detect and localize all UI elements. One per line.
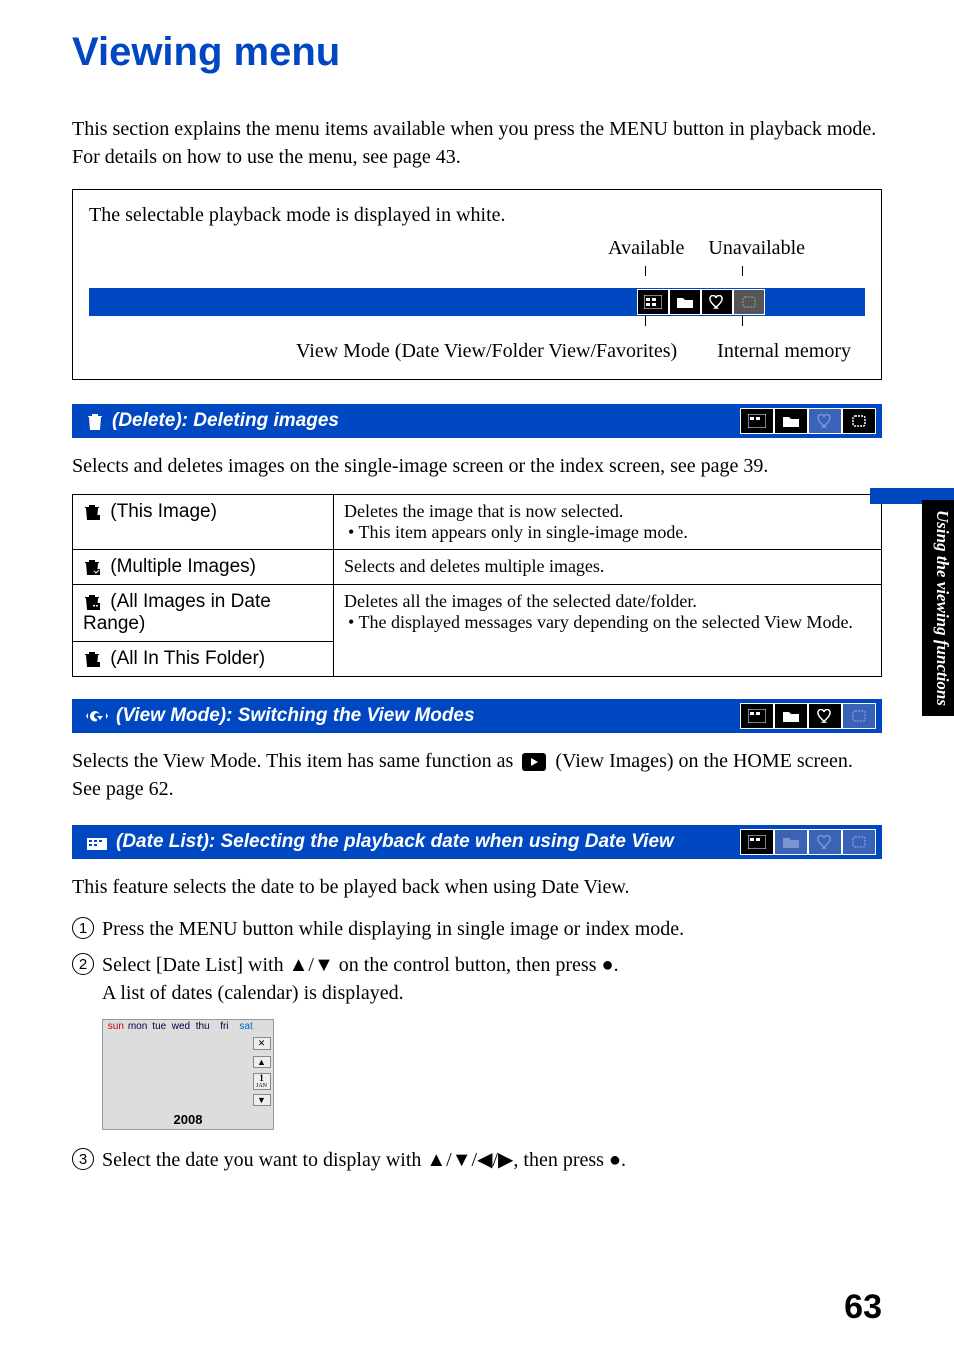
step-2: Select [Date List] with ▲/▼ on the contr… xyxy=(72,951,882,1007)
available-label: Available xyxy=(608,237,684,260)
step-1: Press the MENU button while displaying i… xyxy=(72,915,882,943)
date-view-icon xyxy=(740,408,774,434)
date-list-body: This feature selects the date to be play… xyxy=(72,873,882,901)
delete-section-bar: (Delete): Deleting images xyxy=(72,404,882,438)
up-icon: ▲ xyxy=(253,1056,271,1068)
unavailable-label: Unavailable xyxy=(708,237,805,260)
row-label: (All In This Folder) xyxy=(110,648,265,669)
side-tab: Using the viewing functions xyxy=(922,500,954,716)
row-desc: Deletes all the images of the selected d… xyxy=(344,591,871,612)
page-title: Viewing menu xyxy=(72,30,882,75)
intro-text: This section explains the menu items ava… xyxy=(72,115,882,171)
mode-bottom-left: View Mode (Date View/Folder View/Favorit… xyxy=(296,340,677,363)
down-icon: ▼ xyxy=(253,1094,271,1106)
play-icon xyxy=(522,753,546,771)
mode-box-text: The selectable playback mode is displaye… xyxy=(89,204,865,227)
trash-single-icon xyxy=(83,501,101,522)
date-view-icon xyxy=(740,829,774,855)
trash-folder-icon xyxy=(83,648,101,669)
mode-bottom-right: Internal memory xyxy=(717,340,851,363)
month-label: 1JAN xyxy=(253,1073,271,1090)
internal-memory-icon xyxy=(842,829,876,855)
folder-view-icon xyxy=(774,829,808,855)
date-list-icon xyxy=(86,833,108,851)
row-bullet: • The displayed messages vary depending … xyxy=(348,612,871,633)
favorites-icon xyxy=(701,289,733,315)
row-label: (This Image) xyxy=(110,501,217,522)
view-mode-icon xyxy=(86,707,108,725)
folder-view-icon xyxy=(774,408,808,434)
row-desc: Deletes the image that is now selected. xyxy=(344,501,871,522)
row-bullet: • This item appears only in single-image… xyxy=(348,522,871,543)
view-mode-section-bar: (View Mode): Switching the View Modes xyxy=(72,699,882,733)
view-mode-see: See page 62. xyxy=(72,778,174,800)
trash-multi-icon xyxy=(83,556,101,577)
delete-body: Selects and deletes images on the single… xyxy=(72,452,882,480)
date-list-section-bar: (Date List): Selecting the playback date… xyxy=(72,825,882,859)
folder-view-icon xyxy=(774,703,808,729)
step-3: Select the date you want to display with… xyxy=(72,1146,882,1174)
date-list-steps-continued: Select the date you want to display with… xyxy=(72,1146,882,1174)
date-view-icon xyxy=(637,289,669,315)
row-desc: Selects and deletes multiple images. xyxy=(344,556,871,577)
internal-memory-icon xyxy=(842,408,876,434)
date-list-heading: (Date List): Selecting the playback date… xyxy=(116,831,674,853)
internal-memory-icon xyxy=(733,289,765,315)
view-mode-body: Selects the View Mode. This item has sam… xyxy=(72,747,882,803)
trash-icon xyxy=(86,411,104,431)
calendar-preview: sun mon tue wed thu fri sat ✕ ▲ 1JAN ▼ 2… xyxy=(102,1019,274,1130)
folder-view-icon xyxy=(669,289,701,315)
date-view-icon xyxy=(740,703,774,729)
delete-heading: (Delete): Deleting images xyxy=(112,410,339,432)
date-list-steps: Press the MENU button while displaying i… xyxy=(72,915,882,1007)
close-icon: ✕ xyxy=(253,1037,271,1050)
internal-memory-icon xyxy=(842,703,876,729)
playback-mode-box: The selectable playback mode is displaye… xyxy=(72,189,882,380)
mode-bar xyxy=(89,288,865,316)
row-label: (Multiple Images) xyxy=(110,556,256,577)
delete-table: (This Image) Deletes the image that is n… xyxy=(72,494,882,677)
calendar-year: 2008 xyxy=(103,1110,273,1129)
row-label: (All Images in Date Range) xyxy=(83,591,271,634)
favorites-icon xyxy=(808,703,842,729)
favorites-icon xyxy=(808,408,842,434)
favorites-icon xyxy=(808,829,842,855)
page-number: 63 xyxy=(844,1288,882,1327)
trash-date-icon xyxy=(83,591,101,612)
view-mode-heading: (View Mode): Switching the View Modes xyxy=(116,705,475,727)
